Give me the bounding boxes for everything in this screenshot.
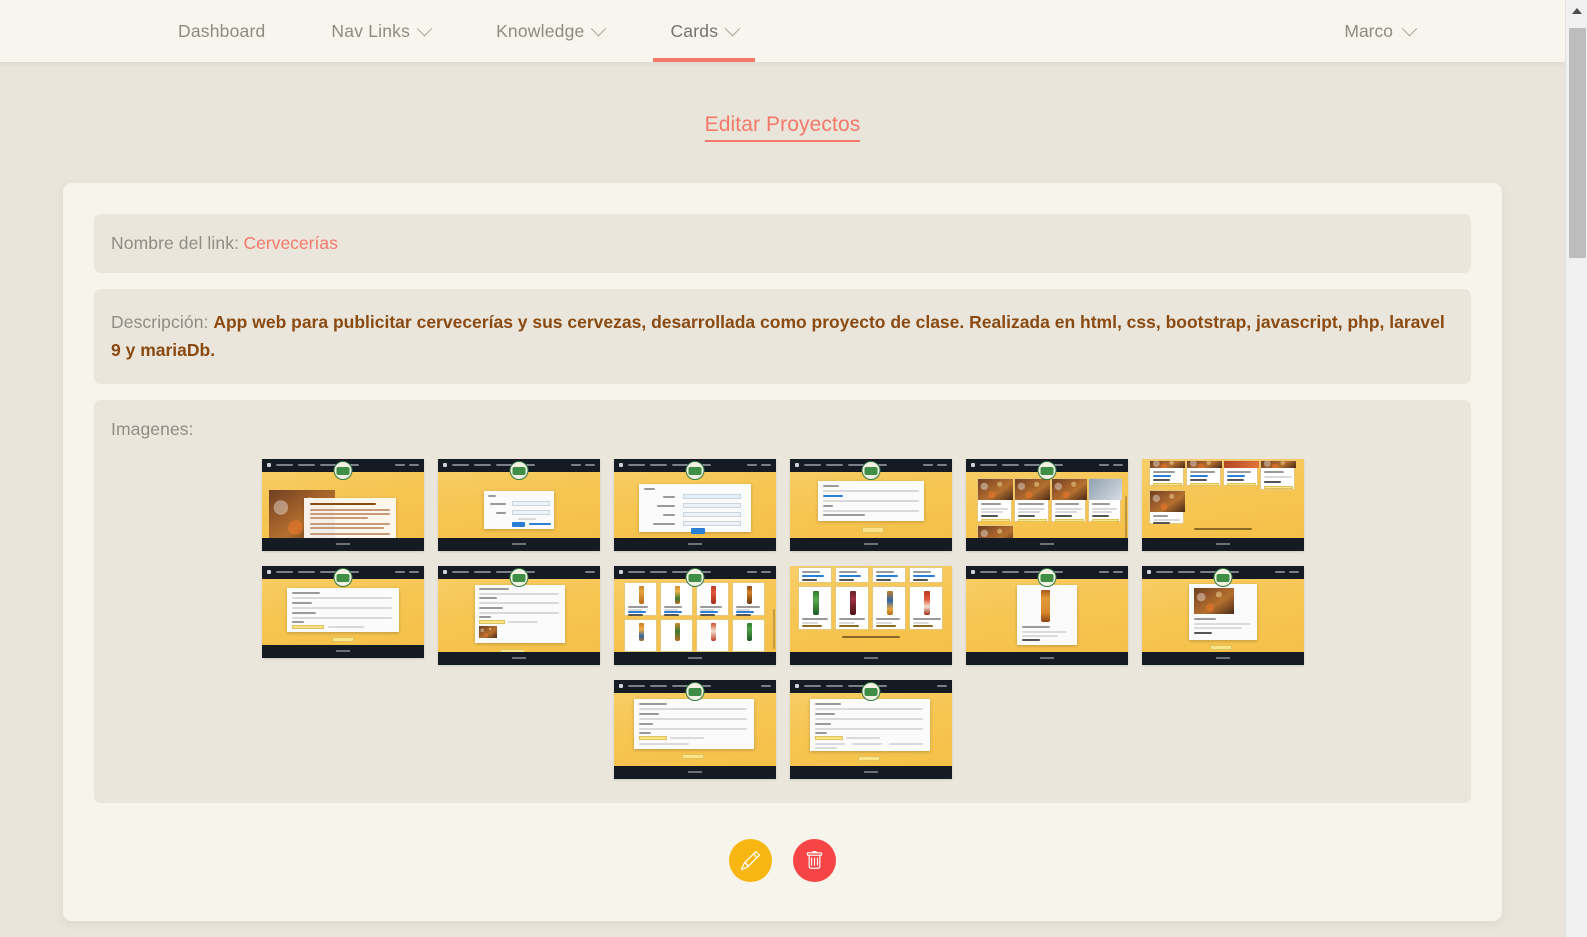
navbar-menu: Dashboard Nav Links Knowledge Cards [178,0,755,62]
gallery-thumbnail[interactable] [1141,458,1304,551]
field-nombre-del-link: Nombre del link: Cervecerías [94,214,1471,273]
nav-item-label: Knowledge [496,20,585,41]
nav-item-label: Nav Links [331,20,411,41]
nav-item-cards[interactable]: Cards [653,0,755,62]
gallery-thumbnail[interactable] [437,458,600,551]
page-scrollbar[interactable] [1565,0,1587,937]
delete-project-button[interactable] [793,838,836,882]
card-actions [94,838,1471,882]
page-title-container: Editar Proyectos [0,113,1565,142]
field-descripcion: Descripción: App web para publicitar cer… [94,289,1471,384]
nav-item-knowledge[interactable]: Knowledge [496,0,607,62]
gallery-thumbnail[interactable] [965,565,1128,665]
nav-item-label: Dashboard [178,20,266,41]
user-menu[interactable]: Marco [1344,20,1418,42]
nav-item-label: Cards [670,20,719,41]
gallery-thumbnail[interactable] [613,679,776,779]
chevron-down-icon [591,20,607,36]
nav-item-dashboard[interactable]: Dashboard [178,0,265,62]
scrollbar-up-arrow-icon[interactable] [1566,0,1587,22]
project-card: Nombre del link: Cervecerías Descripción… [63,183,1502,921]
gallery-thumbnail[interactable] [789,565,952,665]
trash-icon [806,850,823,869]
field-label-nombre-del-link: Nombre del link: [111,233,240,253]
gallery-thumbnail[interactable] [613,565,776,665]
nav-item-nav-links[interactable]: Nav Links [331,0,433,62]
chevron-down-icon [416,20,433,36]
chevron-down-icon [1401,20,1418,36]
gallery-thumbnail[interactable] [1141,565,1304,665]
gallery-thumbnail[interactable] [789,458,952,551]
field-label-descripcion: Descripción: [111,312,209,332]
gallery-thumbnail[interactable] [261,458,424,551]
scrollbar-thumb[interactable] [1569,28,1586,258]
chevron-down-icon [724,20,741,36]
edit-project-button[interactable] [729,838,772,882]
pencil-square-icon [741,850,760,870]
user-menu-label: Marco [1344,20,1393,41]
gallery-thumbnail[interactable] [965,458,1128,551]
field-label-imagenes: Imagenes: [111,418,194,439]
field-imagenes: Imagenes: [94,399,1471,803]
project-image-gallery [111,458,1454,779]
top-navbar: Dashboard Nav Links Knowledge Cards Marc… [0,0,1565,62]
gallery-thumbnail[interactable] [789,679,952,779]
project-description: App web para publicitar cervecerías y su… [111,312,1445,361]
gallery-thumbnail[interactable] [261,565,424,658]
projects-list: Nombre del link: Cervecerías Descripción… [0,183,1565,937]
project-link-name[interactable]: Cervecerías [244,233,338,253]
gallery-thumbnail[interactable] [613,458,776,551]
page-title[interactable]: Editar Proyectos [704,113,861,142]
gallery-thumbnail[interactable] [437,565,600,665]
page-viewport: Dashboard Nav Links Knowledge Cards Marc… [0,0,1565,937]
